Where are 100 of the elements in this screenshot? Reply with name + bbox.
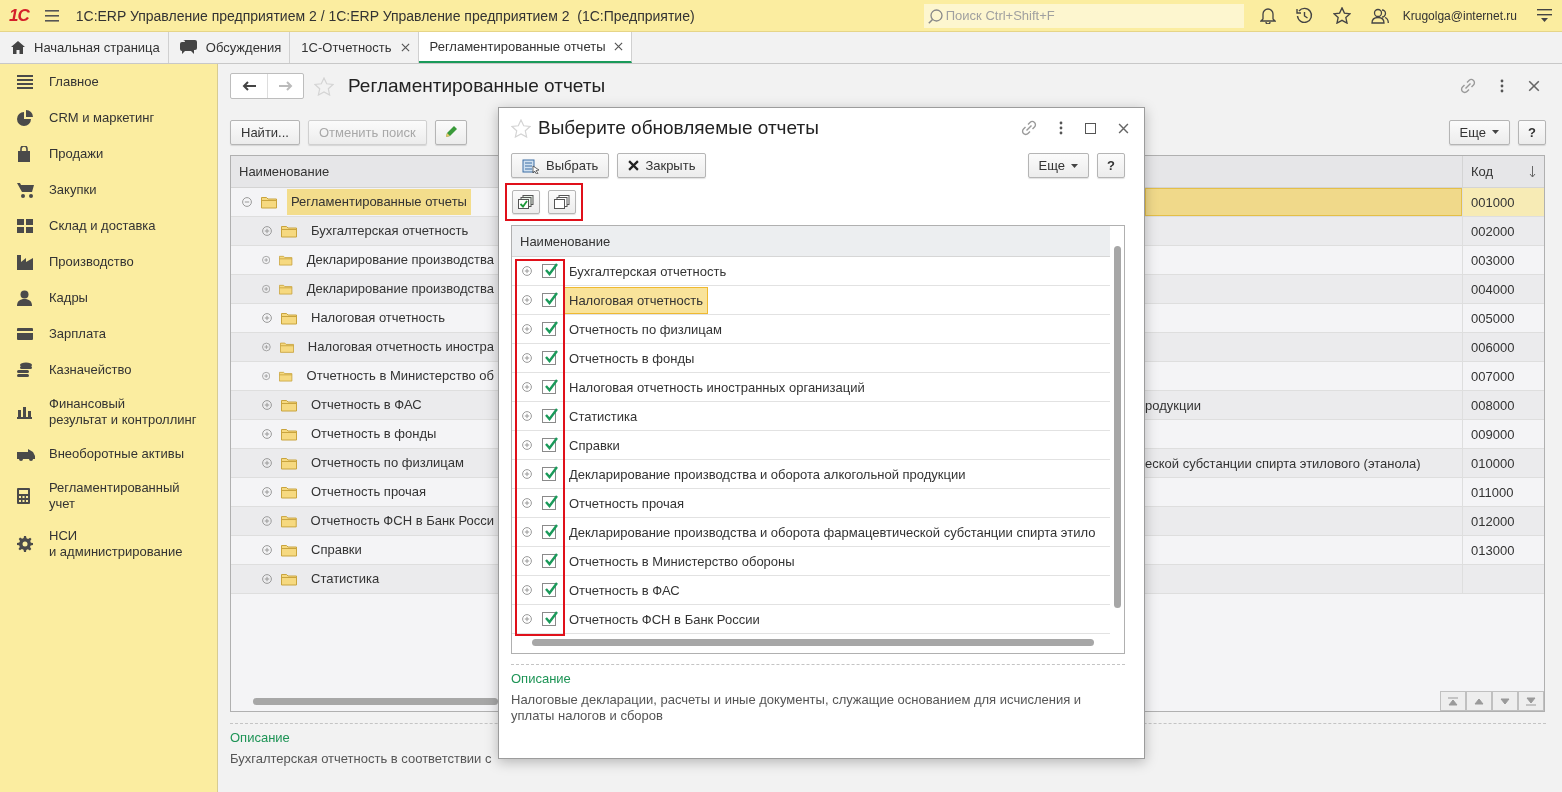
expand-icon[interactable] [262, 400, 272, 410]
tree-item[interactable]: Декларирование производства [302, 276, 498, 302]
sidebar-item[interactable]: Финансовый результат и контроллинг [49, 396, 197, 428]
scrollbar-thumb[interactable] [532, 639, 1094, 646]
help-button[interactable]: ? [1518, 119, 1546, 145]
user-name[interactable]: Krugolga@internet.ru [1402, 8, 1517, 23]
sidebar-item[interactable]: Кадры [49, 290, 88, 306]
close-icon[interactable] [614, 42, 624, 51]
more-button[interactable]: Еще [1448, 119, 1511, 145]
tab[interactable]: Обсуждения [168, 32, 291, 63]
select-button[interactable]: Выбрать [511, 153, 610, 178]
link-icon[interactable] [1021, 120, 1037, 136]
bell-icon[interactable] [1259, 7, 1276, 24]
close-button[interactable]: Закрыть [617, 153, 707, 178]
more-button[interactable]: Еще [1027, 153, 1090, 178]
tree-item[interactable]: Статистика [307, 566, 384, 592]
history-icon[interactable] [1295, 7, 1313, 24]
list-item[interactable]: Справки [564, 431, 625, 459]
star-icon[interactable] [1332, 7, 1351, 24]
tab[interactable]: 1С-Отчетность [290, 32, 419, 63]
expand-icon[interactable] [262, 342, 271, 352]
tree-item[interactable]: Отчетность в ФАС [307, 392, 426, 418]
expand-icon[interactable] [522, 556, 532, 566]
uncheck-all-button[interactable] [548, 190, 576, 214]
scroll-up-button[interactable] [1466, 691, 1492, 711]
menu-icon[interactable] [44, 9, 59, 22]
expand-icon[interactable] [522, 324, 532, 334]
tab[interactable]: Регламентированные отчеты [418, 32, 633, 63]
list-item[interactable]: Отчетность по физлицам [564, 315, 727, 343]
users-icon[interactable] [1370, 7, 1389, 24]
sidebar-item[interactable]: Склад и доставка [49, 218, 156, 234]
close-icon[interactable] [400, 43, 410, 52]
help-button[interactable]: ? [1097, 153, 1125, 178]
list-item[interactable]: Статистика [564, 402, 643, 430]
tree-item[interactable]: Декларирование производства [302, 247, 498, 273]
list-item[interactable]: Отчетность в фонды [564, 344, 700, 372]
list-item[interactable]: Отчетность прочая [564, 489, 690, 517]
sidebar-item[interactable]: Главное [49, 74, 99, 90]
tree-item[interactable]: Отчетность в фонды [307, 421, 441, 447]
expand-icon[interactable] [522, 295, 532, 305]
find-button[interactable]: Найти... [230, 119, 300, 145]
list-item[interactable]: Декларирование производства и оборота фармацевтической субстанции спирта этило [564, 518, 1101, 546]
expand-icon[interactable] [522, 440, 532, 450]
expand-icon[interactable] [522, 411, 532, 421]
expand-icon[interactable] [522, 614, 532, 624]
tree-item[interactable]: Налоговая отчетность [307, 305, 449, 331]
check-all-button[interactable] [512, 190, 540, 214]
collapse-icon[interactable] [242, 197, 252, 207]
checkbox[interactable] [542, 612, 556, 626]
checkbox[interactable] [542, 554, 556, 568]
tree-item[interactable]: Отчетность прочая [307, 479, 431, 505]
sidebar-item[interactable]: Зарплата [49, 326, 106, 342]
more-icon[interactable] [1059, 121, 1063, 135]
expand-icon[interactable] [262, 226, 272, 236]
checkbox[interactable] [542, 380, 556, 394]
close-icon[interactable] [1528, 80, 1540, 92]
expand-icon[interactable] [522, 527, 532, 537]
expand-icon[interactable] [522, 382, 532, 392]
checkbox[interactable] [542, 293, 556, 307]
sidebar-item[interactable]: Внеоборотные активы [49, 446, 184, 462]
expand-icon[interactable] [522, 353, 532, 363]
list-item[interactable]: Декларирование производства и оборота алкогольной продукции [564, 460, 971, 488]
list-item[interactable]: Налоговая отчетность иностранных организаций [564, 373, 870, 401]
scroll-bottom-button[interactable] [1518, 691, 1544, 711]
expand-icon[interactable] [262, 458, 272, 468]
sidebar-item[interactable]: Производство [49, 254, 134, 270]
list-item[interactable]: Налоговая отчетность [564, 286, 708, 314]
sidebar-item[interactable]: Казначейство [49, 362, 132, 378]
scrollbar-thumb[interactable] [253, 697, 498, 705]
column-header[interactable]: Наименование [239, 164, 330, 179]
tree-item[interactable]: Регламентированные отчеты [287, 189, 471, 215]
tree-item[interactable]: Бухгалтерская отчетность [307, 218, 473, 244]
expand-icon[interactable] [522, 469, 532, 479]
checkbox[interactable] [542, 438, 556, 452]
expand-icon[interactable] [262, 516, 272, 526]
sidebar-item[interactable]: НСИ и администрирование [49, 528, 183, 560]
expand-icon[interactable] [522, 498, 532, 508]
checkbox[interactable] [542, 322, 556, 336]
checkbox[interactable] [542, 467, 556, 481]
list-item[interactable]: Отчетность ФСН в Банк России [564, 605, 765, 633]
tab[interactable]: Начальная страница [0, 32, 169, 63]
expand-icon[interactable] [262, 429, 272, 439]
more-icon[interactable] [1500, 79, 1504, 93]
sidebar-item[interactable]: Продажи [49, 146, 104, 162]
tree-item[interactable]: Отчетность ФСН в Банк Росси [306, 508, 498, 534]
list-item[interactable]: Отчетность в ФАС [564, 576, 685, 604]
menu-icon[interactable] [1537, 8, 1552, 23]
expand-icon[interactable] [262, 574, 272, 584]
expand-icon[interactable] [522, 585, 532, 595]
list-item[interactable]: Бухгалтерская отчетность [564, 257, 732, 285]
expand-icon[interactable] [262, 545, 272, 555]
link-icon[interactable] [1460, 78, 1476, 94]
tree-item[interactable]: Налоговая отчетность иностра [303, 334, 498, 360]
tree-item[interactable]: Отчетность в Министерство об [302, 363, 498, 389]
expand-icon[interactable] [262, 313, 272, 323]
expand-icon[interactable] [262, 371, 271, 381]
column-header[interactable]: Код [1471, 164, 1494, 179]
scrollbar-thumb[interactable] [1114, 246, 1121, 608]
checkbox[interactable] [542, 525, 556, 539]
checkbox[interactable] [542, 409, 556, 423]
